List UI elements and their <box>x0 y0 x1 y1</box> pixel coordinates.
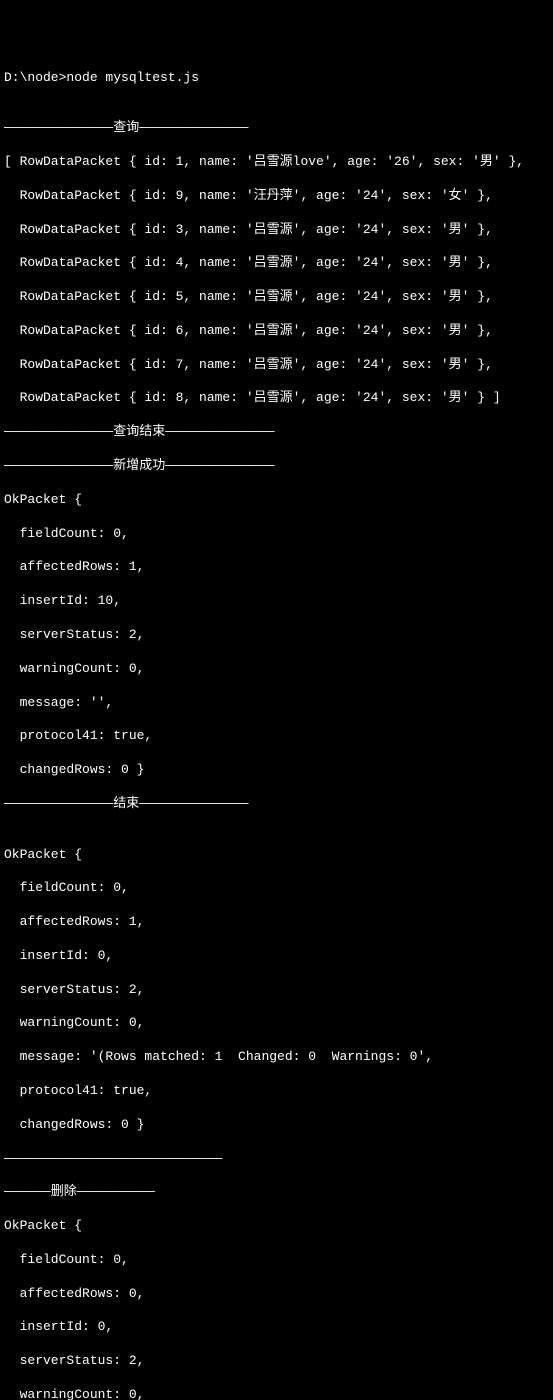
row-data-packet: RowDataPacket { id: 9, name: '汪丹萍', age:… <box>4 188 549 205</box>
okpacket-field: warningCount: 0, <box>4 1015 549 1032</box>
okpacket-field: protocol41: true, <box>4 1083 549 1100</box>
divider-query: ——————————————查询—————————————— <box>4 120 549 137</box>
divider-delete: ——————删除—————————— <box>4 1184 549 1201</box>
divider-end: ——————————————结束—————————————— <box>4 796 549 813</box>
divider-add-success: ——————————————新增成功—————————————— <box>4 458 549 475</box>
row-data-packet: RowDataPacket { id: 4, name: '吕雪源', age:… <box>4 255 549 272</box>
okpacket-header: OkPacket { <box>4 847 549 864</box>
row-data-packet: RowDataPacket { id: 8, name: '吕雪源', age:… <box>4 390 549 407</box>
okpacket-field: insertId: 0, <box>4 1319 549 1336</box>
row-data-packet: RowDataPacket { id: 3, name: '吕雪源', age:… <box>4 222 549 239</box>
divider-dash: ———————————————————————————— <box>4 1151 549 1168</box>
okpacket-field: affectedRows: 1, <box>4 559 549 576</box>
okpacket-field: fieldCount: 0, <box>4 1252 549 1269</box>
command-prompt[interactable]: D:\node>node mysqltest.js <box>4 70 549 87</box>
okpacket-field: serverStatus: 2, <box>4 627 549 644</box>
okpacket-field: warningCount: 0, <box>4 661 549 678</box>
okpacket-field: warningCount: 0, <box>4 1387 549 1400</box>
okpacket-field: insertId: 10, <box>4 593 549 610</box>
okpacket-field: fieldCount: 0, <box>4 880 549 897</box>
okpacket-field: message: '', <box>4 695 549 712</box>
okpacket-field: message: '(Rows matched: 1 Changed: 0 Wa… <box>4 1049 549 1066</box>
okpacket-field: changedRows: 0 } <box>4 1117 549 1134</box>
row-data-packet: RowDataPacket { id: 6, name: '吕雪源', age:… <box>4 323 549 340</box>
okpacket-header: OkPacket { <box>4 1218 549 1235</box>
row-data-packet: RowDataPacket { id: 7, name: '吕雪源', age:… <box>4 357 549 374</box>
row-data-packet: [ RowDataPacket { id: 1, name: '吕雪源love'… <box>4 154 549 171</box>
okpacket-field: affectedRows: 0, <box>4 1286 549 1303</box>
okpacket-field: insertId: 0, <box>4 948 549 965</box>
divider-query-end: ——————————————查询结束—————————————— <box>4 424 549 441</box>
okpacket-field: protocol41: true, <box>4 728 549 745</box>
okpacket-field: serverStatus: 2, <box>4 1353 549 1370</box>
okpacket-field: affectedRows: 1, <box>4 914 549 931</box>
okpacket-field: changedRows: 0 } <box>4 762 549 779</box>
row-data-packet: RowDataPacket { id: 5, name: '吕雪源', age:… <box>4 289 549 306</box>
okpacket-field: fieldCount: 0, <box>4 526 549 543</box>
okpacket-header: OkPacket { <box>4 492 549 509</box>
okpacket-field: serverStatus: 2, <box>4 982 549 999</box>
